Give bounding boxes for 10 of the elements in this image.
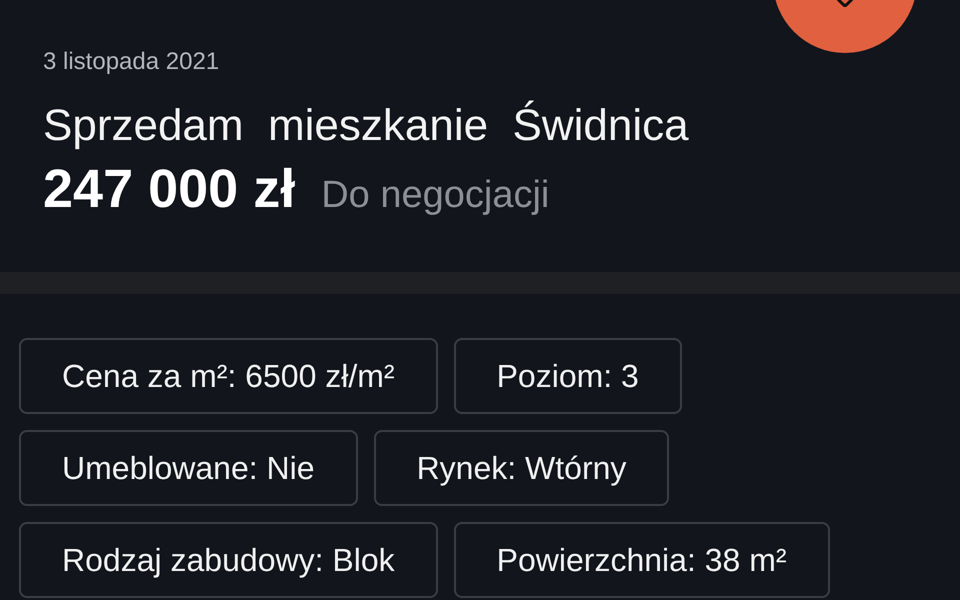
parameter-chip: Rodzaj zabudowy: Blok bbox=[19, 522, 438, 598]
listing-title: Sprzedam mieszkanie Świdnica bbox=[43, 100, 689, 152]
parameter-chip: Cena za m²: 6500 zł/m² bbox=[19, 338, 438, 414]
parameter-chip: Poziom: 3 bbox=[454, 338, 682, 414]
price: 247 000 zł bbox=[43, 158, 296, 220]
parameter-chip: Powierzchnia: 38 m² bbox=[454, 522, 830, 598]
parameter-chip: Rynek: Wtórny bbox=[374, 430, 670, 506]
parameter-chip: Umeblowane: Nie bbox=[19, 430, 358, 506]
negotiable-label: Do negocjacji bbox=[321, 173, 550, 218]
listing-date: 3 listopada 2021 bbox=[43, 47, 220, 77]
